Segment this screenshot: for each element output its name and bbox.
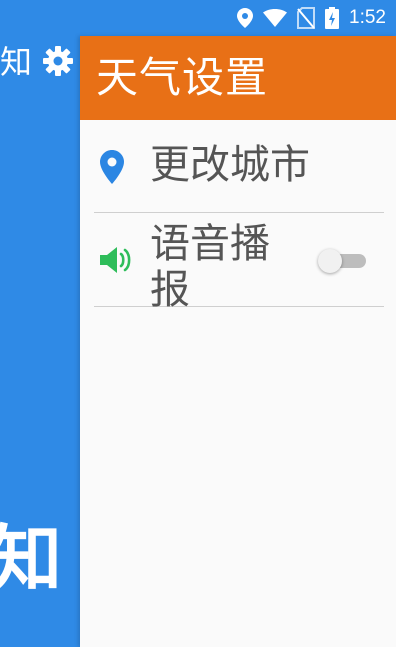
status-bar: 1:52: [0, 0, 396, 36]
background-app-title: 知: [0, 43, 33, 81]
status-icons: 1:52: [237, 6, 386, 30]
no-sim-icon: [297, 7, 316, 29]
location-icon: [237, 8, 254, 28]
background-app: 知 知: [0, 36, 80, 647]
background-app-big-text: 知: [0, 517, 63, 601]
wifi-icon: [263, 9, 288, 27]
status-time: 1:52: [349, 7, 386, 28]
voice-broadcast-label: 语音播报: [150, 221, 270, 313]
gear-icon[interactable]: [42, 45, 74, 81]
change-city-label: 更改城市: [150, 142, 310, 188]
toggle-thumb: [318, 249, 342, 273]
change-city-row[interactable]: 更改城市: [94, 120, 384, 213]
panel-header: 天气设置: [80, 36, 396, 120]
voice-broadcast-row: 语音播报: [94, 213, 384, 313]
location-pin-icon: [100, 150, 124, 188]
voice-broadcast-toggle[interactable]: [318, 249, 368, 273]
speaker-icon: [100, 245, 136, 279]
weather-settings-panel: 天气设置 更改城市 语音播报: [80, 36, 396, 647]
panel-title: 天气设置: [96, 53, 269, 102]
battery-charging-icon: [325, 7, 340, 29]
